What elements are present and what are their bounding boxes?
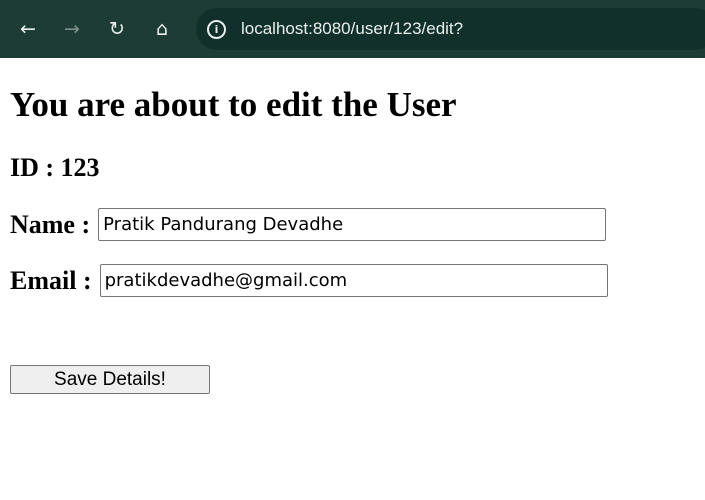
reload-icon[interactable]: ↻ (101, 13, 133, 45)
email-field[interactable] (99, 264, 608, 297)
email-label: Email : (10, 265, 92, 295)
page-title: You are about to edit the User (10, 85, 457, 124)
browser-toolbar: ← → ↻ ⌂ i localhost:8080/user/123/edit? (0, 0, 705, 58)
email-row: Email : (10, 264, 608, 297)
name-field[interactable] (98, 208, 607, 241)
back-arrow-icon[interactable]: ← (12, 13, 44, 45)
page-content: You are about to edit the User ID : 123 … (0, 58, 705, 500)
site-info-icon[interactable]: i (207, 20, 226, 39)
user-id-label: ID : 123 (10, 153, 100, 182)
address-bar[interactable]: i localhost:8080/user/123/edit? (196, 8, 705, 50)
save-details-button[interactable]: Save Details! (10, 365, 210, 394)
name-row: Name : (10, 208, 607, 241)
name-label: Name : (10, 209, 91, 239)
forward-arrow-icon[interactable]: → (56, 13, 88, 45)
url-text[interactable]: localhost:8080/user/123/edit? (241, 19, 463, 39)
home-icon[interactable]: ⌂ (146, 13, 178, 45)
